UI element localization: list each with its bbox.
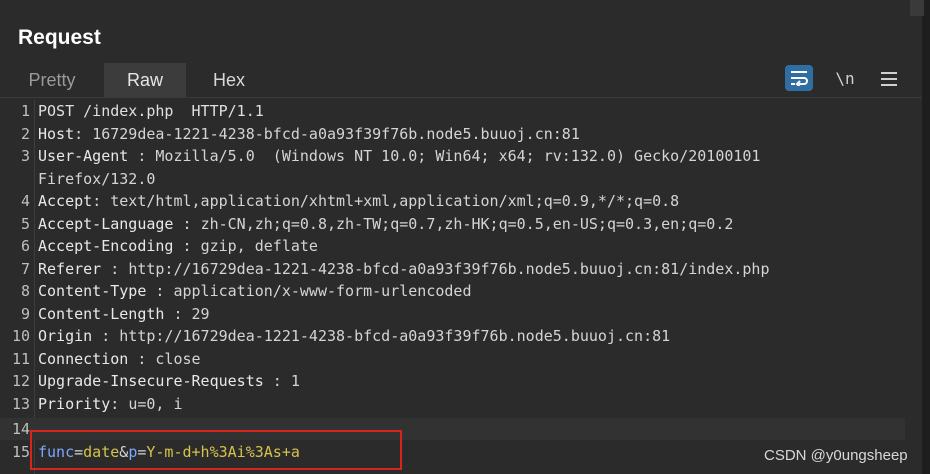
header-value: u=0, i (128, 394, 183, 413)
highlight-annotation-box (30, 430, 402, 470)
header-value: Mozilla/5.0 (Windows NT 10.0; Win64; x64… (155, 147, 761, 165)
editor-line: 12 Upgrade-Insecure-Requests : 1 (0, 370, 905, 392)
header-name: Priority (38, 394, 111, 413)
wrap-lines-button[interactable] (785, 65, 813, 91)
line-number: 7 (20, 259, 30, 278)
request-line: POST /index.php HTTP/1.1 (38, 102, 264, 120)
tab-raw[interactable]: Raw (104, 63, 186, 98)
header-value: text/html,application/xhtml+xml,applicat… (110, 192, 680, 210)
header-name: Host (38, 124, 75, 143)
editor-line: 13 Priority: u=0, i (0, 393, 905, 415)
header-name: Connection (38, 349, 129, 368)
line-number: 6 (20, 237, 30, 255)
header-name: User-Agent (38, 147, 129, 165)
editor-line: 7 Referer : http://16729dea-1221-4238-bf… (0, 258, 905, 280)
header-value: 16729dea-1221-4238-bfcd-a0a93f39f76b.nod… (92, 124, 580, 143)
editor-line: 1 POST /index.php HTTP/1.1 (0, 100, 905, 122)
show-newlines-button[interactable]: \n (832, 66, 858, 92)
line-number: 13 (11, 394, 30, 413)
watermark: CSDN @y0ungsheep (764, 447, 908, 464)
editor-line: 3 User-Agent : Mozilla/5.0 (Windows NT 1… (0, 145, 905, 167)
editor-line: 5 Accept-Language : zh-CN,zh;q=0.8,zh-TW… (0, 213, 905, 235)
request-panel: Request Pretty Raw Hex \n 1 POST /index.… (0, 0, 922, 474)
header-name: Referer (38, 259, 102, 278)
editor-line: 6 Accept-Encoding : gzip, deflate (0, 235, 905, 257)
header-name: Accept (38, 192, 93, 210)
header-value-continuation: Firefox/132.0 (38, 169, 156, 188)
line-number: 1 (20, 102, 30, 120)
editor-line: 10 Origin : http://16729dea-1221-4238-bf… (0, 325, 905, 347)
panel-title: Request (18, 26, 101, 49)
tab-pretty[interactable]: Pretty (0, 63, 104, 97)
line-number: 4 (20, 192, 30, 210)
header-value: gzip, deflate (200, 237, 318, 255)
editor-line: 2 Host: 16729dea-1221-4238-bfcd-a0a93f39… (0, 123, 905, 145)
header-value: http://16729dea-1221-4238-bfcd-a0a93f39f… (128, 259, 770, 278)
editor-line: 11 Connection : close (0, 348, 905, 370)
line-number: 8 (20, 282, 30, 300)
window-corner (910, 0, 924, 16)
header-value: close (155, 349, 201, 368)
hamburger-menu-icon[interactable] (877, 66, 901, 92)
line-number: 11 (11, 349, 30, 368)
header-name: Accept-Encoding (38, 237, 174, 255)
line-number: 15 (11, 442, 30, 461)
wrap-lines-icon (791, 71, 808, 86)
editor-line: Firefox/132.0 (0, 168, 905, 190)
tab-divider (0, 97, 922, 98)
editor-line: 9 Content-Length : 29 (0, 303, 905, 325)
header-value: application/x-www-form-urlencoded (173, 282, 472, 300)
tab-hex[interactable]: Hex (186, 63, 272, 97)
header-value: http://16729dea-1221-4238-bfcd-a0a93f39f… (119, 327, 671, 345)
header-name: Accept-Language (38, 214, 174, 233)
line-number: 10 (11, 327, 30, 345)
header-name: Origin (38, 327, 93, 345)
editor-line: 4 Accept: text/html,application/xhtml+xm… (0, 190, 905, 212)
view-tabs: Pretty Raw Hex (0, 63, 922, 98)
line-number: 5 (20, 214, 30, 233)
header-name: Upgrade-Insecure-Requests (38, 372, 264, 390)
header-name: Content-Length (38, 304, 165, 323)
header-name: Content-Type (38, 282, 147, 300)
line-number: 9 (20, 304, 30, 323)
line-number: 2 (20, 124, 30, 143)
header-value: 29 (191, 304, 210, 323)
raw-editor[interactable]: 1 POST /index.php HTTP/1.1 2 Host: 16729… (0, 100, 905, 474)
header-value: zh-CN,zh;q=0.8,zh-TW;q=0.7,zh-HK;q=0.5,e… (200, 214, 734, 233)
editor-line: 8 Content-Type : application/x-www-form-… (0, 280, 905, 302)
panel-splitter[interactable] (922, 0, 930, 474)
line-number: 3 (20, 147, 30, 165)
header-value: 1 (290, 372, 300, 390)
line-number: 14 (11, 420, 30, 438)
line-number: 12 (11, 372, 30, 390)
